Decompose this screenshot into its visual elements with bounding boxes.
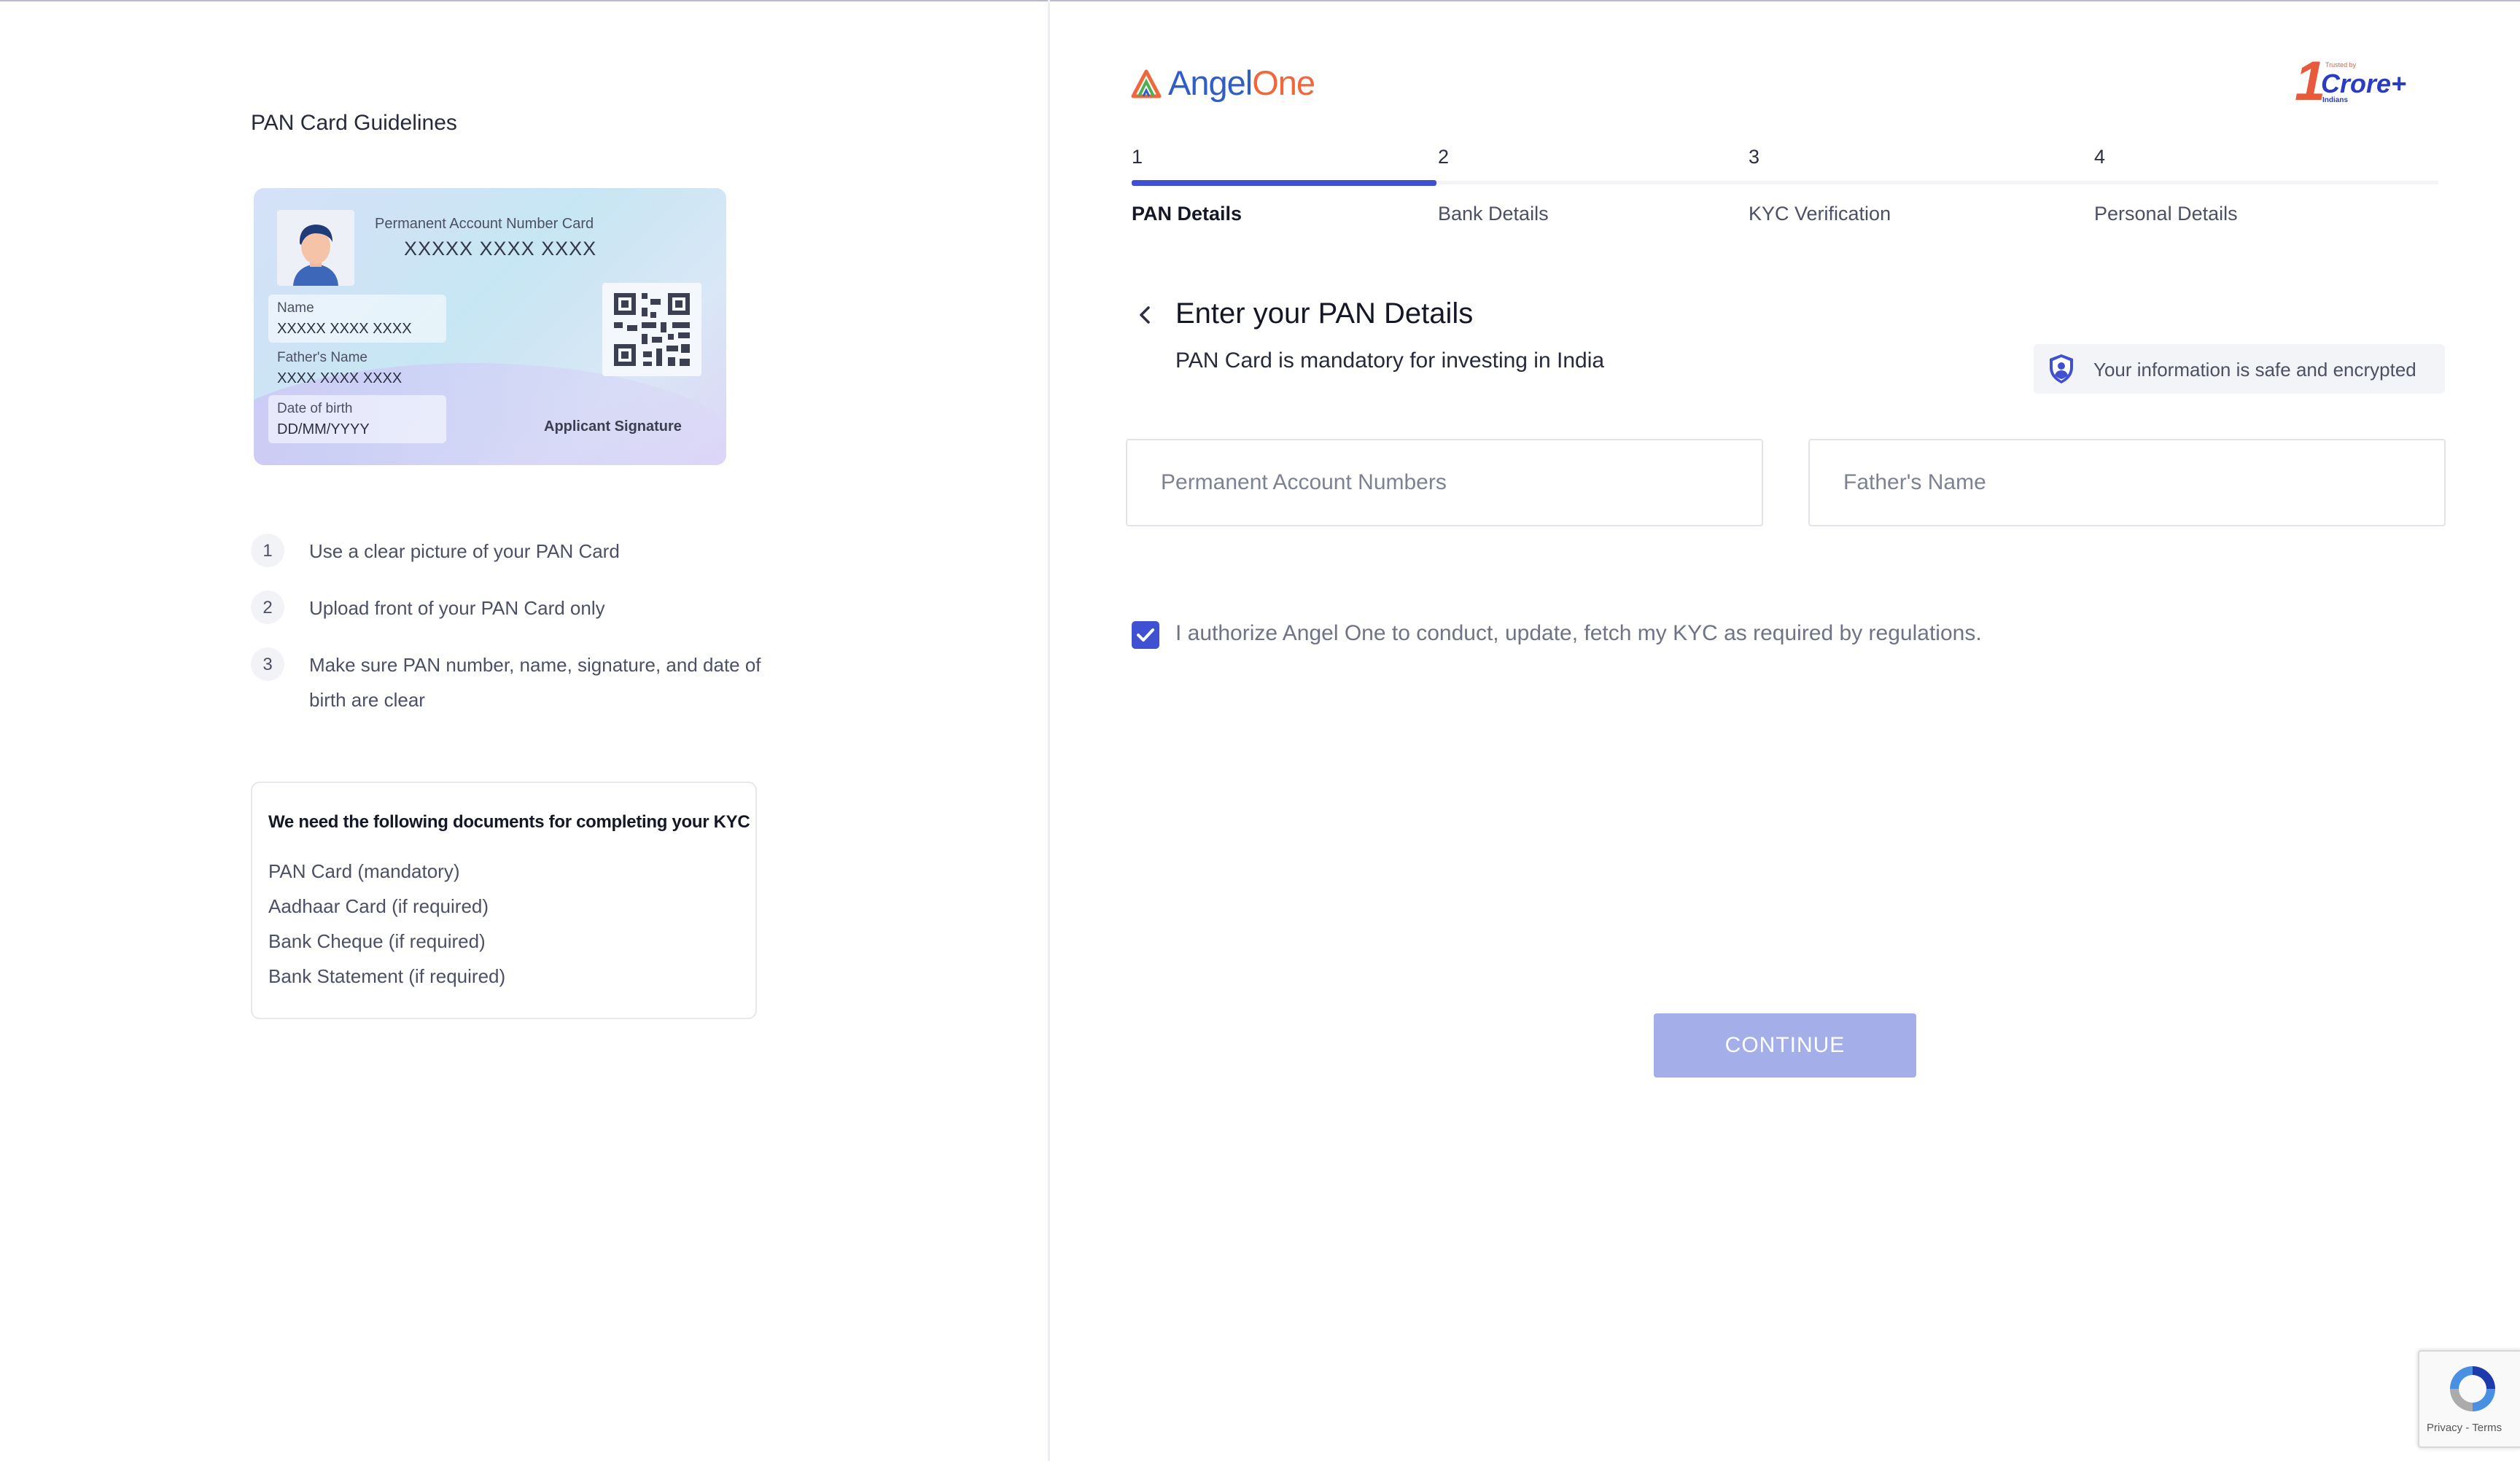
qr-code-icon — [602, 283, 701, 376]
document-item: PAN Card (mandatory) — [268, 860, 460, 882]
step-1-number: 1 — [1132, 146, 1143, 168]
user-avatar-icon — [277, 210, 354, 286]
step-number: 3 — [251, 647, 284, 681]
card-number: XXXXX XXXX XXXX — [404, 238, 597, 260]
applicant-signature: Applicant Signature — [544, 418, 682, 435]
step-2-number: 2 — [1438, 146, 1450, 168]
card-father-field: Father's Name XXXX XXXX XXXX — [268, 344, 446, 389]
card-dob-label: Date of birth — [277, 401, 353, 416]
document-item: Aadhaar Card (if required) — [268, 895, 489, 917]
security-note: Your information is safe and encrypted — [2034, 344, 2445, 394]
card-father-label: Father's Name — [277, 350, 368, 365]
step-bank-details: Bank Details — [1438, 203, 1549, 225]
badge-small: Indians — [2322, 96, 2349, 104]
document-item: Bank Statement (if required) — [268, 965, 506, 987]
guidelines-title: PAN Card Guidelines — [251, 111, 457, 135]
brand-angel: Angel — [1168, 63, 1253, 102]
angel-one-logo-icon — [1131, 69, 1162, 98]
pan-card-illustration: Permanent Account Number Card XXXXX XXXX… — [254, 188, 726, 465]
step-text: Use a clear picture of your PAN Card — [309, 540, 620, 562]
step-number: 2 — [251, 591, 284, 624]
brand-one: One — [1252, 63, 1315, 102]
panel-divider — [1048, 0, 1050, 1461]
documents-heading: We need the following documents for comp… — [268, 812, 750, 832]
page-subtitle: PAN Card is mandatory for investing in I… — [1175, 348, 1605, 373]
step-text: Upload front of your PAN Card only — [309, 597, 605, 619]
step-4-number: 4 — [2094, 146, 2106, 168]
recaptcha-icon — [2450, 1366, 2495, 1411]
step-3-number: 3 — [1749, 146, 1760, 168]
step-personal-details: Personal Details — [2094, 203, 2238, 225]
recaptcha-links[interactable]: Privacy - Terms — [2427, 1422, 2502, 1434]
shield-user-icon — [2050, 354, 2073, 383]
card-father-value: XXXX XXXX XXXX — [277, 370, 402, 386]
step-text: Make sure PAN number, name, signature, a… — [309, 654, 761, 711]
recaptcha-badge[interactable]: Privacy - Terms — [2418, 1350, 2520, 1448]
top-border — [0, 0, 2520, 1]
badge-word: Crore+ — [2321, 69, 2407, 98]
card-dob-field: Date of birth DD/MM/YYYY — [268, 395, 446, 443]
security-note-text: Your information is safe and encrypted — [2093, 359, 2416, 381]
card-name-label: Name — [277, 300, 314, 316]
step-pan-details: PAN Details — [1132, 203, 1242, 225]
required-documents-box: We need the following documents for comp… — [251, 782, 757, 1019]
badge-tiny: Trusted by — [2325, 61, 2357, 69]
consent-text[interactable]: I authorize Angel One to conduct, update… — [1175, 621, 1982, 646]
chevron-left-icon[interactable] — [1134, 302, 1156, 328]
step-number: 1 — [251, 534, 284, 567]
fathers-name-input[interactable] — [1808, 439, 2446, 526]
consent-checkbox[interactable] — [1132, 621, 1159, 649]
document-item: Bank Cheque (if required) — [268, 930, 486, 952]
pan-number-input[interactable] — [1126, 439, 1763, 526]
card-dob-value: DD/MM/YYYY — [277, 421, 370, 437]
card-name-value: XXXXX XXXX XXXX — [277, 321, 412, 337]
step-kyc-verification: KYC Verification — [1749, 203, 1891, 225]
brand-name: AngelOne — [1168, 63, 1315, 103]
page-title: Enter your PAN Details — [1175, 297, 1474, 330]
continue-button[interactable]: CONTINUE — [1654, 1013, 1916, 1078]
card-heading: Permanent Account Number Card — [375, 216, 594, 232]
card-name-field: Name XXXXX XXXX XXXX — [268, 295, 446, 343]
checkmark-icon — [1137, 628, 1154, 642]
stepper-progress — [1132, 180, 1436, 186]
one-crore-badge: 1 Trusted by Crore+ Indians — [2293, 50, 2410, 112]
